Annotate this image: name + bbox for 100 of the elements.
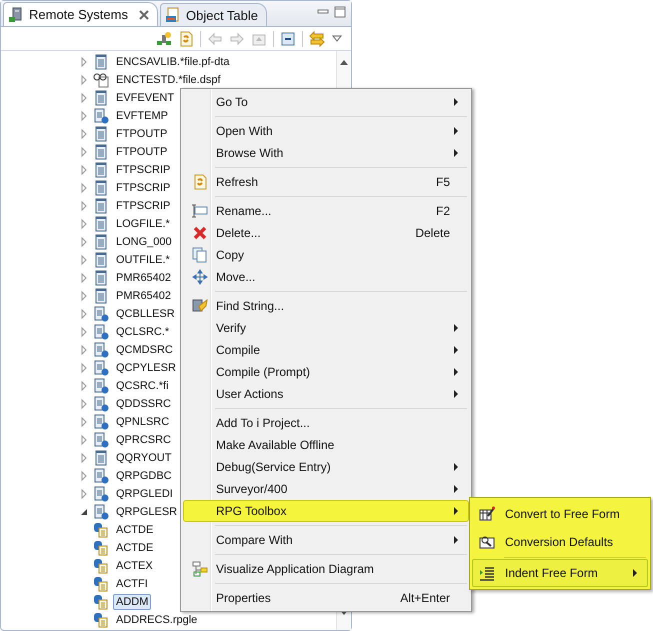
tree-item[interactable]: FTPOUTP — [113, 126, 170, 142]
collapsed-arrow-icon[interactable] — [79, 291, 89, 301]
collapse-all-icon[interactable] — [280, 30, 296, 46]
menu-item[interactable]: Copy — [183, 244, 469, 266]
collapsed-arrow-icon[interactable] — [79, 147, 89, 157]
menu-item[interactable]: Open With — [183, 120, 469, 142]
menu-item[interactable]: Conversion Defaults — [472, 528, 648, 556]
collapsed-arrow-icon[interactable] — [79, 165, 89, 175]
tree-item[interactable]: LONG_000 — [113, 234, 175, 250]
collapsed-arrow-icon[interactable] — [79, 417, 89, 427]
menu-item[interactable]: Indent Free Form — [472, 559, 648, 587]
member-icon — [93, 522, 109, 538]
collapsed-arrow-icon[interactable] — [79, 489, 89, 499]
close-icon[interactable] — [138, 10, 149, 20]
forward-arrow-icon[interactable] — [229, 30, 245, 46]
table-pencil-icon — [479, 506, 495, 522]
collapsed-arrow-icon[interactable] — [79, 129, 89, 139]
tree-item[interactable]: FTPSCRIP — [113, 198, 174, 214]
collapsed-arrow-icon[interactable] — [79, 453, 89, 463]
menu-item[interactable]: Properties Alt+Enter — [183, 587, 469, 609]
tree-item[interactable]: QCLSRC.* — [113, 324, 172, 340]
view-tab[interactable]: Object Table — [160, 3, 268, 26]
tree-item[interactable]: PMR65402 — [113, 288, 174, 304]
collapsed-arrow-icon[interactable] — [79, 309, 89, 319]
menu-item[interactable]: Browse With — [183, 142, 469, 164]
menu-item[interactable]: Verify — [183, 317, 469, 339]
menu-item[interactable]: Rename... F2 — [183, 200, 469, 222]
collapsed-arrow-icon[interactable] — [79, 381, 89, 391]
collapsed-arrow-icon[interactable] — [79, 237, 89, 247]
file-icon — [93, 126, 109, 142]
new-connection-icon[interactable] — [156, 30, 172, 46]
collapsed-arrow-icon[interactable] — [79, 273, 89, 283]
maximize-icon[interactable] — [334, 6, 346, 18]
tree-item[interactable]: QRPGLEDI — [113, 486, 176, 502]
menu-item[interactable]: Compile — [183, 339, 469, 361]
expanded-arrow-icon[interactable] — [79, 507, 89, 517]
collapsed-arrow-icon[interactable] — [79, 111, 89, 121]
refresh-icon[interactable] — [178, 30, 194, 46]
scroll-up-icon[interactable] — [340, 59, 348, 65]
collapsed-arrow-icon[interactable] — [79, 219, 89, 229]
link-arrows-icon[interactable] — [309, 30, 325, 46]
menu-item[interactable]: Surveyor/400 — [183, 478, 469, 500]
tree-item[interactable]: ACTDE — [113, 522, 156, 538]
view-menu-icon[interactable] — [331, 32, 343, 44]
tree-item[interactable]: QQRYOUT — [113, 450, 174, 466]
collapsed-arrow-icon[interactable] — [79, 75, 89, 85]
menu-item[interactable]: Go To — [183, 91, 469, 113]
tree-item[interactable]: ACTEX — [113, 558, 156, 574]
menu-item[interactable]: RPG Toolbox — [183, 500, 469, 522]
menu-item[interactable]: Add To i Project... — [183, 412, 469, 434]
menu-item[interactable]: Convert to Free Form — [472, 500, 648, 528]
collapsed-arrow-icon[interactable] — [79, 183, 89, 193]
menu-item[interactable]: Compare With — [183, 529, 469, 551]
menu-item[interactable]: Debug(Service Entry) — [183, 456, 469, 478]
tree-item[interactable]: ACTDE — [113, 540, 156, 556]
tree-item[interactable]: EVFTEMP — [113, 108, 171, 124]
tree-item[interactable]: LOGFILE.* — [113, 216, 173, 232]
collapsed-arrow-icon[interactable] — [79, 93, 89, 103]
menu-item[interactable]: Move... — [183, 266, 469, 288]
menu-item[interactable]: Make Available Offline — [183, 434, 469, 456]
menu-item[interactable]: Delete... Delete — [183, 222, 469, 244]
collapsed-arrow-icon[interactable] — [79, 363, 89, 373]
tree-item[interactable]: QCPYLESR — [113, 360, 179, 376]
tree-item[interactable]: ACTFI — [113, 576, 151, 592]
tree-item[interactable]: QCBLLESR — [113, 306, 178, 322]
collapsed-arrow-icon[interactable] — [79, 435, 89, 445]
tree-item[interactable]: QRPGDBC — [113, 468, 175, 484]
menu-item[interactable]: Visualize Application Diagram — [183, 558, 469, 580]
tree-item[interactable]: QDDSSRC — [113, 396, 174, 412]
tree-item[interactable]: FTPOUTP — [113, 144, 170, 160]
tree-item[interactable]: FTPSCRIP — [113, 180, 174, 196]
collapsed-arrow-icon[interactable] — [79, 57, 89, 67]
tree-item[interactable]: ENCTESTD.*file.dspf — [113, 72, 224, 88]
menu-item[interactable]: User Actions — [183, 383, 469, 405]
tree-item[interactable]: QCMDSRC — [113, 342, 176, 358]
collapsed-arrow-icon[interactable] — [79, 255, 89, 265]
source-file-icon — [93, 378, 109, 394]
menu-item[interactable]: Refresh F5 — [183, 171, 469, 193]
back-arrow-icon[interactable] — [207, 30, 223, 46]
collapsed-arrow-icon[interactable] — [79, 471, 89, 481]
collapsed-arrow-icon[interactable] — [79, 327, 89, 337]
tree-item[interactable]: FTPSCRIP — [113, 162, 174, 178]
tree-item[interactable]: PMR65402 — [113, 270, 174, 286]
tree-item[interactable]: ADDM — [113, 594, 152, 610]
tree-item[interactable]: QCSRC.*fi — [113, 378, 172, 394]
tree-item[interactable]: QPNLSRC — [113, 414, 172, 430]
tree-item[interactable]: ENCSAVLIB.*file.pf-dta — [113, 54, 233, 70]
source-file-icon — [93, 108, 109, 124]
collapsed-arrow-icon[interactable] — [79, 399, 89, 409]
tree-item[interactable]: QRPGLESR — [113, 504, 180, 520]
collapsed-arrow-icon[interactable] — [79, 345, 89, 355]
menu-item[interactable]: Compile (Prompt) — [183, 361, 469, 383]
tree-item[interactable]: OUTFILE.* — [113, 252, 173, 268]
member-icon — [93, 540, 109, 556]
tree-item[interactable]: ADDRECS.rpgle — [113, 612, 200, 628]
tree-item[interactable]: EVFEVENT — [113, 90, 178, 106]
collapsed-arrow-icon[interactable] — [79, 201, 89, 211]
tree-item[interactable]: QPRCSRC — [113, 432, 174, 448]
menu-item[interactable]: Find String... — [183, 295, 469, 317]
view-tab[interactable]: Remote Systems — [3, 2, 158, 26]
